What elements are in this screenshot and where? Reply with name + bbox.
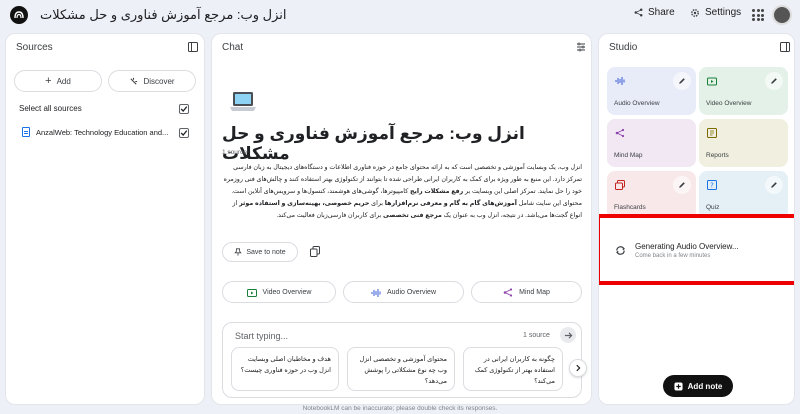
flashcards-icon (615, 180, 625, 190)
sources-title: Sources (16, 42, 53, 53)
quiz-icon: ? (707, 180, 717, 190)
audio-overview-label: Audio Overview (386, 288, 437, 296)
gear-icon (691, 8, 699, 17)
add-note-label: Add note (687, 381, 723, 391)
add-note-button[interactable]: Add note (663, 375, 733, 397)
save-to-note-label: Save to note (246, 248, 286, 256)
tile-label: Mind Map (614, 152, 643, 159)
svg-text:?: ? (710, 182, 714, 190)
settings-label: Settings (705, 7, 742, 18)
edit-button[interactable] (673, 72, 691, 90)
video-overview-button[interactable]: Video Overview (222, 281, 336, 303)
source-item[interactable]: AnzalWeb: Technology Education and... (22, 127, 168, 137)
quiz-tile[interactable]: ? Quiz (699, 171, 788, 219)
collapse-panel-icon[interactable] (188, 42, 198, 52)
video-overview-label: Video Overview (262, 288, 312, 296)
video-overview-tile[interactable]: Video Overview (699, 67, 788, 115)
apps-grid-icon[interactable] (752, 9, 764, 21)
select-all-label: Select all sources (19, 104, 82, 113)
tile-label: Reports (706, 152, 729, 159)
laptop-emoji-icon (230, 92, 256, 111)
copy-icon[interactable] (310, 246, 320, 257)
discover-icon (130, 77, 138, 85)
top-bar: انزل وب: مرجع آموزش فناوری و حل مشکلات S… (0, 0, 800, 30)
audio-overview-button[interactable]: Audio Overview (343, 281, 464, 303)
generating-subtitle: Come back in a few minutes (635, 253, 711, 259)
plus-icon: + (45, 75, 52, 87)
collapse-panel-icon[interactable] (780, 42, 790, 52)
share-button[interactable]: Share (634, 7, 675, 18)
chat-options-icon[interactable] (576, 42, 586, 52)
source-summary: انزل وب، یک وبسایت آموزشی و تخصصی است که… (223, 164, 582, 219)
studio-panel: Studio Audio Overview Video Overview Min… (598, 33, 795, 405)
next-suggestions-button[interactable] (569, 359, 587, 377)
share-icon (634, 8, 643, 17)
tile-label: Flashcards (614, 204, 646, 211)
suggestion-chip[interactable]: هدف و مخاطبان اصلی وبسایت انزل وب در حوز… (231, 347, 339, 391)
mind-map-icon (615, 128, 625, 138)
source-item-checkbox[interactable] (179, 128, 189, 138)
sync-icon (616, 246, 625, 255)
suggestion-chip[interactable]: محتوای آموزشی و تخصصی انزل وب چه نوع مشک… (347, 347, 455, 391)
tile-label: Audio Overview (614, 100, 660, 107)
arrow-right-icon (564, 331, 572, 339)
chat-title: Chat (222, 42, 244, 53)
flashcards-tile[interactable]: Flashcards (607, 171, 696, 219)
discover-button[interactable]: Discover (108, 70, 196, 92)
avatar[interactable] (772, 5, 792, 25)
tile-label: Quiz (706, 204, 720, 211)
audio-overview-tile[interactable]: Audio Overview (607, 67, 696, 115)
edit-button[interactable] (765, 176, 783, 194)
source-heading: انزل وب: مرجع آموزش فناوری و حل مشکلات (222, 124, 525, 163)
generating-audio-overview-card[interactable]: Generating Audio Overview... Come back i… (599, 214, 794, 285)
document-icon (22, 127, 30, 137)
reports-tile[interactable]: Reports (699, 119, 788, 167)
chat-composer: Start typing... 1 source هدف و مخاطبان ا… (222, 322, 587, 398)
note-add-icon (674, 381, 683, 391)
edit-button[interactable] (765, 72, 783, 90)
mind-map-label: Mind Map (519, 288, 550, 296)
audio-waveform-icon (371, 288, 381, 297)
video-icon (707, 77, 717, 86)
add-source-button[interactable]: + Add (14, 70, 102, 92)
pencil-icon (771, 182, 777, 188)
generating-title: Generating Audio Overview... (635, 242, 739, 251)
send-button[interactable] (560, 327, 576, 343)
add-label: Add (56, 76, 71, 86)
chevron-right-icon (576, 364, 581, 372)
tile-label: Video Overview (706, 100, 752, 107)
disclaimer-text: NotebookLM can be inaccurate; please dou… (302, 405, 498, 412)
chat-input[interactable]: Start typing... (235, 331, 288, 341)
chat-panel: Chat انزل وب: مرجع آموزش فناوری و حل مشک… (211, 33, 592, 405)
save-to-note-button[interactable]: Save to note (222, 242, 298, 262)
share-label: Share (648, 7, 675, 18)
composer-source-count: 1 source (523, 332, 550, 339)
audio-waveform-icon (615, 77, 625, 85)
notebooklm-logo-icon[interactable] (10, 6, 28, 24)
source-item-label: AnzalWeb: Technology Education and... (36, 127, 169, 137)
pencil-icon (771, 78, 777, 84)
discover-label: Discover (143, 76, 175, 86)
sources-panel: Sources + Add Discover Select all source… (5, 33, 205, 405)
pin-icon (234, 248, 242, 256)
reports-icon (707, 128, 717, 138)
source-count: 1 source (222, 149, 247, 156)
suggestion-chip[interactable]: چگونه به کاربران ایرانی در استفاده بهتر … (463, 347, 563, 391)
mind-map-button[interactable]: Mind Map (471, 281, 582, 303)
video-icon (246, 288, 257, 297)
studio-title: Studio (609, 42, 638, 53)
pencil-icon (679, 78, 685, 84)
edit-button[interactable] (673, 176, 691, 194)
select-all-checkbox[interactable] (179, 104, 189, 114)
mind-map-icon (503, 287, 513, 297)
notebook-title[interactable]: انزل وب: مرجع آموزش فناوری و حل مشکلات (40, 7, 287, 23)
pencil-icon (679, 182, 685, 188)
mind-map-tile[interactable]: Mind Map (607, 119, 696, 167)
settings-button[interactable]: Settings (690, 7, 741, 18)
